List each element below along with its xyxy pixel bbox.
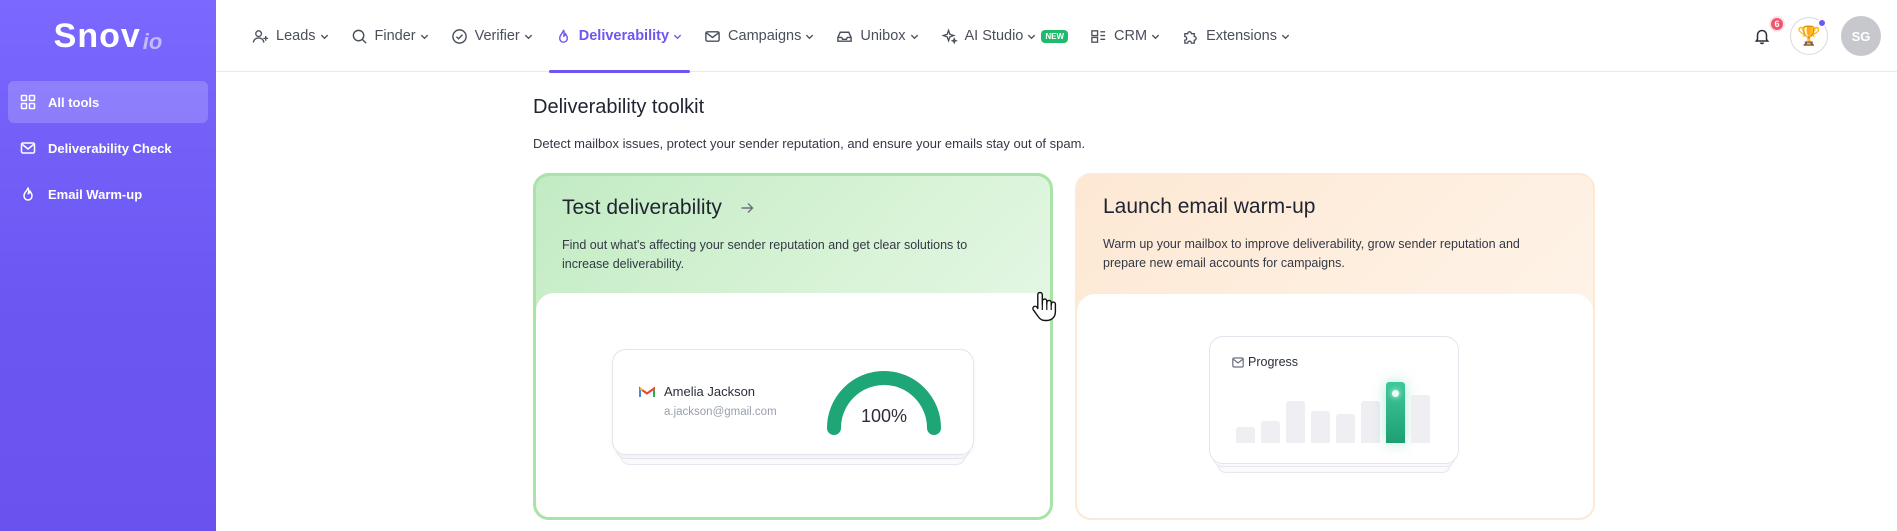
sidebar-item-deliverability-check[interactable]: Deliverability Check bbox=[8, 127, 208, 169]
nav-item-verifier[interactable]: Verifier bbox=[441, 0, 545, 72]
arrow-right-icon[interactable] bbox=[740, 201, 754, 215]
sidebar-item-email-warm-up[interactable]: Email Warm-up bbox=[8, 173, 208, 215]
crm-icon bbox=[1091, 29, 1106, 43]
sidebar-item-all-tools[interactable]: All tools bbox=[8, 81, 208, 123]
logo-suffix: io bbox=[142, 29, 163, 54]
bell-icon bbox=[1754, 29, 1770, 45]
progress-bar bbox=[1261, 421, 1280, 443]
check-circle-icon bbox=[451, 28, 467, 44]
card-title-row: Test deliverability bbox=[562, 196, 1050, 220]
nav-item-campaigns[interactable]: Campaigns bbox=[694, 0, 826, 72]
top-navbar: Leads Finder Verifier Deliverability Cam… bbox=[216, 0, 1897, 73]
nav-item-crm[interactable]: CRM bbox=[1080, 0, 1172, 72]
user-avatar[interactable]: SG bbox=[1841, 16, 1881, 56]
chevron-down-icon bbox=[1151, 34, 1160, 39]
flame-icon bbox=[23, 187, 33, 201]
progress-bar bbox=[1286, 401, 1305, 443]
header-actions: 6 🏆 SG bbox=[1748, 0, 1897, 72]
mail-check-icon bbox=[20, 142, 36, 154]
nav-item-ai-studio[interactable]: AI Studio NEW bbox=[931, 0, 1081, 72]
chevron-down-icon bbox=[806, 34, 814, 39]
mailbox-email: a.jackson@gmail.com bbox=[664, 406, 777, 418]
search-icon bbox=[352, 29, 367, 44]
chevron-down-icon bbox=[673, 34, 682, 39]
progress-bar bbox=[1311, 411, 1330, 443]
chevron-down-icon bbox=[320, 34, 328, 39]
progress-preview-card: Progress bbox=[1209, 336, 1459, 464]
mailbox-owner-name: Amelia Jackson bbox=[664, 384, 756, 399]
gmail-icon bbox=[639, 386, 655, 397]
chevron-down-icon bbox=[524, 34, 532, 39]
nav-item-unibox[interactable]: Unibox bbox=[826, 0, 930, 72]
nav-label: Extensions bbox=[1206, 28, 1277, 44]
card-title: Test deliverability bbox=[562, 196, 722, 219]
card-header: Test deliverability Find out what's affe… bbox=[536, 176, 1050, 297]
progress-bar bbox=[1236, 427, 1255, 443]
trophy-icon: 🏆 bbox=[1797, 26, 1821, 47]
chevron-down-icon bbox=[420, 34, 428, 39]
users-icon bbox=[252, 29, 269, 43]
notifications-button[interactable]: 6 bbox=[1748, 16, 1785, 50]
mailbox-preview-card: Amelia Jackson a.jackson@gmail.com 100% bbox=[612, 349, 974, 455]
card-description: Find out what's affecting your sender re… bbox=[562, 238, 968, 271]
nav-item-deliverability[interactable]: Deliverability bbox=[545, 0, 694, 73]
card-title-row: Launch email warm-up bbox=[1103, 195, 1593, 219]
flame-icon bbox=[558, 29, 568, 43]
progress-bar bbox=[1361, 401, 1380, 443]
card-title: Launch email warm-up bbox=[1103, 195, 1316, 218]
notification-count-badge: 6 bbox=[1769, 16, 1785, 32]
sidebar: Snov io All tools Deliverability Check E… bbox=[0, 0, 216, 531]
rewards-indicator bbox=[1818, 19, 1826, 27]
progress-bars bbox=[1236, 363, 1436, 443]
nav-label: CRM bbox=[1114, 28, 1148, 44]
warmup-preview: Progress bbox=[1209, 336, 1459, 476]
nav-label: AI Studio bbox=[964, 28, 1024, 44]
progress-bar bbox=[1411, 395, 1430, 443]
main-nav: Leads Finder Verifier Deliverability Cam… bbox=[242, 0, 1302, 73]
sparkle-icon bbox=[940, 27, 958, 44]
snov-logo[interactable]: Snov io bbox=[0, 0, 216, 72]
nav-label: Leads bbox=[276, 28, 316, 44]
new-badge: NEW bbox=[1041, 29, 1069, 43]
mail-icon bbox=[705, 30, 720, 42]
sidebar-item-label: Email Warm-up bbox=[48, 186, 143, 202]
grid-icon bbox=[20, 94, 36, 110]
logo-main: Snov bbox=[53, 16, 141, 55]
nav-label: Verifier bbox=[474, 28, 520, 44]
chevron-down-icon bbox=[1028, 34, 1036, 39]
toolkit-cards: Test deliverability Find out what's affe… bbox=[533, 173, 1595, 520]
card-preview: Progress bbox=[1077, 294, 1593, 518]
nav-item-leads[interactable]: Leads bbox=[242, 0, 341, 72]
nav-label: Finder bbox=[374, 28, 416, 44]
deliverability-preview: Amelia Jackson a.jackson@gmail.com 100% bbox=[612, 349, 974, 467]
nav-label: Campaigns bbox=[728, 28, 802, 44]
bar-glint bbox=[1392, 390, 1399, 397]
nav-label: Deliverability bbox=[578, 28, 670, 44]
sidebar-item-label: All tools bbox=[48, 94, 100, 110]
inbox-icon bbox=[837, 31, 853, 42]
progress-bar bbox=[1336, 414, 1355, 443]
chevron-down-icon bbox=[910, 34, 918, 39]
main-content: Deliverability toolkit Detect mailbox is… bbox=[533, 72, 1595, 520]
score-value: 100% bbox=[860, 406, 908, 426]
page-title: Deliverability toolkit bbox=[533, 96, 705, 118]
puzzle-icon bbox=[1184, 30, 1197, 44]
page-description: Detect mailbox issues, protect your send… bbox=[533, 136, 1086, 151]
sidebar-item-label: Deliverability Check bbox=[48, 140, 172, 156]
card-header: Launch email warm-up Warm up your mailbo… bbox=[1077, 175, 1593, 296]
hand-cursor-icon bbox=[1032, 291, 1057, 322]
test-deliverability-card[interactable]: Test deliverability Find out what's affe… bbox=[533, 173, 1053, 520]
progress-bar-highlight bbox=[1386, 382, 1405, 443]
chevron-down-icon bbox=[1281, 34, 1290, 39]
rewards-button[interactable]: 🏆 bbox=[1790, 17, 1828, 55]
nav-label: Unibox bbox=[860, 28, 906, 44]
launch-warmup-card[interactable]: Launch email warm-up Warm up your mailbo… bbox=[1075, 173, 1595, 520]
card-preview: Amelia Jackson a.jackson@gmail.com 100% bbox=[536, 293, 1050, 517]
card-description: Warm up your mailbox to improve delivera… bbox=[1103, 237, 1520, 270]
sidebar-nav: All tools Deliverability Check Email War… bbox=[0, 72, 216, 215]
nav-item-extensions[interactable]: Extensions bbox=[1172, 0, 1302, 72]
nav-item-finder[interactable]: Finder bbox=[341, 0, 441, 72]
